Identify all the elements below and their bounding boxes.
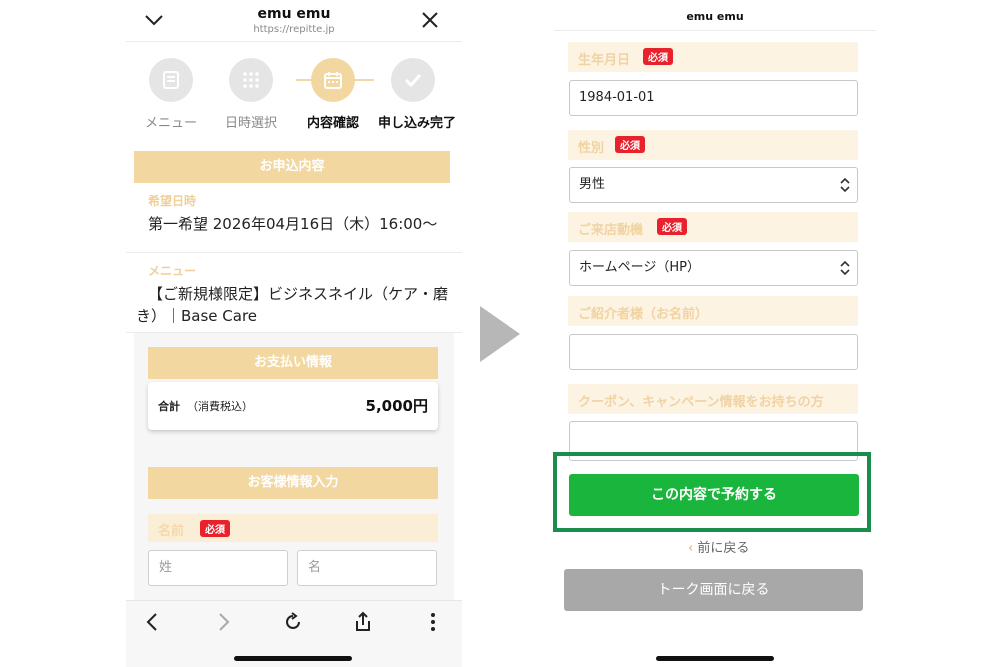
referrer-input[interactable] [569, 334, 858, 370]
more-icon[interactable] [422, 611, 444, 633]
menu-step-icon [149, 58, 193, 102]
required-badge: 必須 [657, 218, 687, 235]
birthdate-input[interactable]: 1984-01-01 [569, 80, 858, 116]
total-value: 5,000円 [365, 397, 428, 415]
close-icon[interactable] [420, 10, 440, 30]
required-badge: 必須 [615, 136, 645, 153]
tax-note: （消費税込） [187, 400, 253, 413]
step-label-menu: メニュー [144, 116, 197, 131]
forward-icon[interactable] [212, 611, 234, 633]
visit-motive-label: ご来店動機 必須 [568, 212, 858, 242]
reserve-button[interactable]: この内容で予約する [569, 474, 859, 516]
last-name-input[interactable]: 姓 [148, 550, 288, 586]
site-title: emu emu [257, 6, 331, 22]
step-label-complete: 申し込み完了 [377, 116, 456, 131]
site-title: emu emu [686, 10, 744, 23]
calendar-step-icon [311, 58, 355, 102]
chevron-left-icon: ‹ [688, 541, 694, 556]
right-phone-screen: emu emu 生年月日 必須 1984-01-01 性別 必須 男性 ご来店動… [554, 0, 876, 667]
birthdate-label: 生年月日 必須 [568, 42, 858, 72]
progress-steps: メニュー 日時選択 内容確認 申し込み完了 [126, 52, 462, 138]
desired-datetime-value: 第一希望 2026年04月16日（木）16:00〜 [148, 215, 438, 233]
back-link-label: 前に戻る [697, 541, 750, 556]
customer-section-title: お客様情報入力 [148, 467, 438, 499]
site-url: https://repitte.jp [253, 24, 335, 35]
back-icon[interactable] [142, 611, 164, 633]
share-icon[interactable] [352, 611, 374, 633]
menu-label: メニュー [148, 264, 197, 278]
payment-section-title: お支払い情報 [148, 347, 438, 379]
select-arrows-icon [840, 261, 850, 275]
name-field-label: 名前 必須 [148, 514, 438, 542]
return-to-talk-button[interactable]: トーク画面に戻る [564, 569, 863, 611]
name-label: 名前 [158, 524, 185, 539]
coupon-label-text: クーポン、キャンペーン情報をお持ちの方 [578, 395, 824, 410]
visit-motive-select-value: ホームページ（HP） [579, 260, 700, 275]
home-indicator [234, 656, 352, 661]
browser-header: emu emu https://repitte.jp [126, 0, 462, 42]
step-label-datetime: 日時選択 [224, 116, 277, 131]
payment-total-card: 合計 （消費税込） 5,000円 [148, 382, 438, 430]
gender-label: 性別 必須 [568, 130, 858, 160]
visit-motive-select[interactable]: ホームページ（HP） [569, 250, 858, 286]
desired-datetime-label: 希望日時 [148, 194, 197, 208]
divider [554, 30, 876, 31]
reload-icon[interactable] [282, 611, 304, 633]
first-name-input[interactable]: 名 [297, 550, 437, 586]
left-phone-screen: emu emu https://repitte.jp メニュー 日時選択 内容確… [126, 0, 462, 667]
referrer-label: ご紹介者様（お名前） [568, 296, 858, 326]
total-label: 合計 [158, 400, 180, 413]
home-indicator [656, 656, 774, 661]
birthdate-label-text: 生年月日 [578, 53, 631, 68]
coupon-label: クーポン、キャンペーン情報をお持ちの方 [568, 384, 858, 414]
divider [126, 252, 462, 253]
checkmark-step-icon [391, 58, 435, 102]
menu-value-line1: 【ご新規様限定】ビジネスネイル（ケア・磨 [148, 285, 449, 303]
step-label-confirm: 内容確認 [306, 116, 359, 131]
back-link[interactable]: ‹ 前に戻る [688, 537, 749, 556]
browser-toolbar [126, 600, 462, 667]
gender-select[interactable]: 男性 [569, 167, 858, 203]
gender-select-value: 男性 [579, 177, 606, 192]
datetime-step-icon [229, 58, 273, 102]
referrer-label-text: ご紹介者様（お名前） [578, 307, 709, 322]
gender-label-text: 性別 [578, 141, 605, 156]
required-badge: 必須 [200, 520, 230, 537]
application-section-title: お申込内容 [134, 151, 450, 183]
required-badge: 必須 [643, 48, 673, 65]
visit-motive-label-text: ご来店動機 [578, 223, 644, 238]
play-arrow-icon [480, 306, 520, 362]
select-arrows-icon [840, 178, 850, 192]
menu-value-line2: き）｜Base Care [136, 307, 258, 325]
